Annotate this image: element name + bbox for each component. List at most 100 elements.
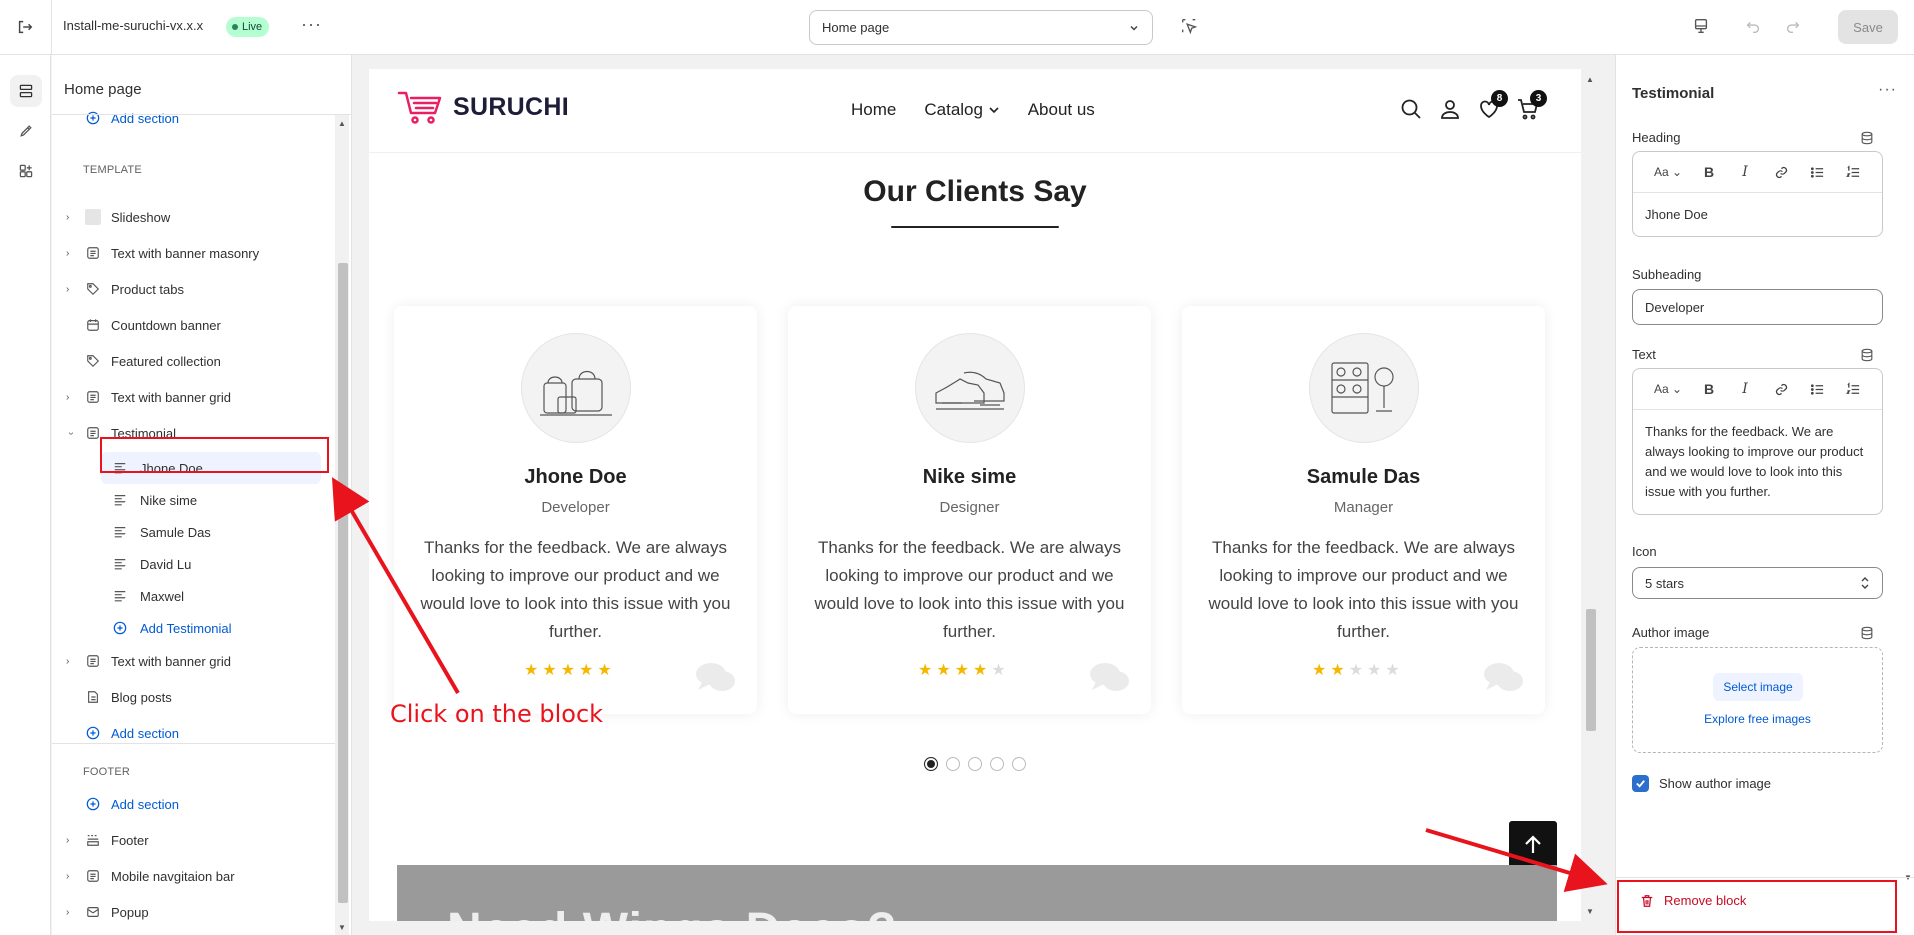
add-section-top[interactable]: Add section bbox=[52, 102, 332, 134]
next-section-banner: Need Wings Daco? bbox=[397, 865, 1557, 921]
testimonial-card-3[interactable]: Samule Das Manager Thanks for the feedba… bbox=[1182, 306, 1545, 714]
bold-icon[interactable]: B bbox=[1691, 160, 1727, 184]
chevron-right-icon[interactable]: › bbox=[66, 835, 76, 846]
group-divider bbox=[52, 743, 335, 744]
pagination-dot[interactable] bbox=[1012, 757, 1026, 771]
add-testimonial-button[interactable]: Add Testimonial bbox=[52, 612, 332, 644]
section-text-with-banner-grid-2[interactable]: › Text with banner grid bbox=[52, 645, 332, 677]
chevron-right-icon[interactable]: › bbox=[66, 656, 76, 667]
theme-settings-icon[interactable] bbox=[10, 115, 42, 147]
wishlist-icon[interactable]: 8 bbox=[1477, 90, 1508, 121]
section-featured-collection[interactable]: Featured collection bbox=[52, 345, 332, 377]
pagination-dot[interactable] bbox=[990, 757, 1004, 771]
section-mobile-navigation-bar[interactable]: › Mobile navgitaion bar bbox=[52, 860, 332, 892]
link-icon[interactable] bbox=[1763, 377, 1799, 401]
dynamic-source-icon[interactable] bbox=[1860, 131, 1874, 145]
heading-editor[interactable]: Aa ⌄ B I Jhone Doe bbox=[1632, 151, 1883, 237]
cart-icon[interactable]: 3 bbox=[1516, 90, 1547, 121]
section-popup[interactable]: › Popup bbox=[52, 896, 332, 928]
dynamic-source-icon[interactable] bbox=[1860, 348, 1874, 362]
app-embeds-icon[interactable] bbox=[10, 155, 42, 187]
chevron-down-icon[interactable]: › bbox=[66, 428, 77, 438]
preview-scrollbar-thumb[interactable] bbox=[1586, 609, 1596, 731]
text-format-icon[interactable]: Aa ⌄ bbox=[1645, 160, 1691, 184]
scroll-to-top-button[interactable] bbox=[1509, 821, 1557, 869]
exit-icon[interactable] bbox=[14, 16, 36, 38]
account-icon[interactable] bbox=[1438, 97, 1462, 121]
author-name: Nike sime bbox=[922, 466, 1017, 488]
section-countdown-banner[interactable]: Countdown banner bbox=[52, 309, 332, 341]
page-selector[interactable]: Home page bbox=[809, 10, 1153, 45]
section-text-with-banner-grid[interactable]: › Text with banner grid bbox=[52, 381, 332, 413]
add-section-template[interactable]: Add section bbox=[52, 717, 332, 749]
section-slideshow[interactable]: › Slideshow bbox=[52, 201, 332, 233]
sections-scrollbar-thumb[interactable] bbox=[338, 263, 348, 903]
scroll-down-icon[interactable]: ▼ bbox=[338, 923, 346, 932]
section-label: Text with banner grid bbox=[111, 389, 231, 405]
sections-icon[interactable] bbox=[10, 75, 42, 107]
testimonial-text: Thanks for the feedback. We are always l… bbox=[420, 538, 731, 641]
text-editor[interactable]: Aa ⌄ B I Thanks for the feedback. We are… bbox=[1632, 368, 1883, 515]
link-icon[interactable] bbox=[1763, 160, 1799, 184]
add-section-label: Add section bbox=[111, 796, 179, 812]
tag-icon bbox=[85, 353, 101, 369]
chevron-right-icon[interactable]: › bbox=[66, 284, 76, 295]
undo-icon[interactable] bbox=[1744, 17, 1764, 37]
bullet-list-icon[interactable] bbox=[1799, 377, 1835, 401]
more-options-icon[interactable]: ··· bbox=[1878, 81, 1897, 99]
section-product-tabs[interactable]: › Product tabs bbox=[52, 273, 332, 305]
nav-catalog[interactable]: Catalog bbox=[924, 100, 999, 120]
pagination-dot[interactable] bbox=[924, 757, 938, 771]
store-logo[interactable]: SURUCHI bbox=[397, 89, 569, 125]
search-icon[interactable] bbox=[1399, 97, 1423, 121]
dynamic-source-icon[interactable] bbox=[1860, 626, 1874, 640]
italic-icon[interactable]: I bbox=[1727, 160, 1763, 184]
nav-home[interactable]: Home bbox=[851, 100, 896, 120]
nav-about[interactable]: About us bbox=[1028, 100, 1095, 120]
text-format-icon[interactable]: Aa ⌄ bbox=[1645, 377, 1691, 401]
heading-value[interactable]: Jhone Doe bbox=[1633, 193, 1882, 236]
save-button[interactable]: Save bbox=[1838, 10, 1898, 44]
block-maxwel[interactable]: Maxwel bbox=[52, 580, 332, 612]
pagination-dot[interactable] bbox=[968, 757, 982, 771]
numbered-list-icon[interactable] bbox=[1835, 160, 1871, 184]
select-image-button[interactable]: Select image bbox=[1713, 673, 1803, 701]
chevron-right-icon[interactable]: › bbox=[66, 392, 76, 403]
italic-icon[interactable]: I bbox=[1727, 377, 1763, 401]
testimonial-card-2[interactable]: Nike sime Designer Thanks for the feedba… bbox=[788, 306, 1151, 714]
add-section-label: Add section bbox=[111, 110, 179, 126]
redo-icon[interactable] bbox=[1784, 17, 1804, 37]
show-author-image-option[interactable]: Show author image bbox=[1632, 775, 1771, 792]
header-icons: 8 3 bbox=[1399, 90, 1547, 121]
section-icon bbox=[85, 245, 101, 261]
chevron-right-icon[interactable]: › bbox=[66, 907, 76, 918]
scroll-up-icon[interactable]: ▲ bbox=[1586, 75, 1594, 84]
desktop-preview-icon[interactable] bbox=[1692, 17, 1712, 37]
chevron-right-icon[interactable]: › bbox=[66, 871, 76, 882]
scroll-up-icon[interactable]: ▲ bbox=[338, 119, 346, 128]
scroll-down-icon[interactable]: ▼ bbox=[1586, 907, 1594, 916]
icon-select[interactable]: 5 stars bbox=[1632, 567, 1883, 599]
text-value[interactable]: Thanks for the feedback. We are always l… bbox=[1633, 410, 1882, 514]
more-actions-icon[interactable]: ··· bbox=[301, 14, 322, 35]
select-arrows-icon bbox=[1861, 577, 1869, 589]
testimonial-card-1[interactable]: Jhone Doe Developer Thanks for the feedb… bbox=[394, 306, 757, 714]
text-block-icon bbox=[112, 492, 128, 508]
add-section-footer[interactable]: Add section bbox=[52, 788, 332, 820]
explore-free-images-link[interactable]: Explore free images bbox=[1633, 712, 1882, 726]
show-author-image-checkbox[interactable] bbox=[1632, 775, 1649, 792]
pagination-dot[interactable] bbox=[946, 757, 960, 771]
section-footer[interactable]: › Footer bbox=[52, 824, 332, 856]
section-text-with-banner-masonry[interactable]: › Text with banner masonry bbox=[52, 237, 332, 269]
bullet-list-icon[interactable] bbox=[1799, 160, 1835, 184]
numbered-list-icon[interactable] bbox=[1835, 377, 1871, 401]
chevron-right-icon[interactable]: › bbox=[66, 248, 76, 259]
section-blog-posts[interactable]: Blog posts bbox=[52, 681, 332, 713]
block-nike-sime[interactable]: Nike sime bbox=[52, 484, 332, 516]
bold-icon[interactable]: B bbox=[1691, 377, 1727, 401]
block-samule-das[interactable]: Samule Das bbox=[52, 516, 332, 548]
block-david-lu[interactable]: David Lu bbox=[52, 548, 332, 580]
subheading-input[interactable]: Developer bbox=[1632, 289, 1883, 325]
chevron-right-icon[interactable]: › bbox=[66, 212, 76, 223]
inspector-icon[interactable] bbox=[1180, 17, 1200, 37]
